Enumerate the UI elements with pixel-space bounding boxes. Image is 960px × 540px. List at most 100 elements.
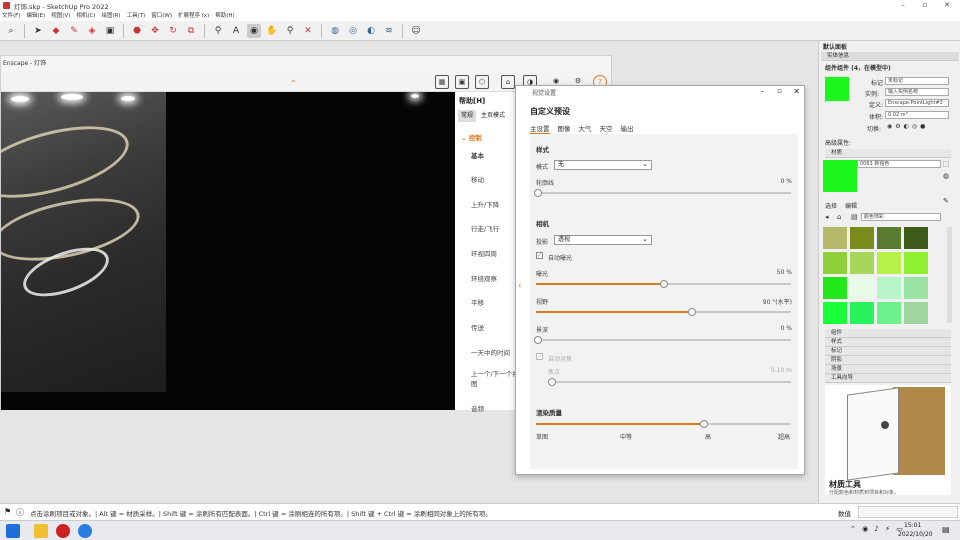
enscape-library-icon[interactable]: ⌂ xyxy=(501,75,515,89)
pencil-icon[interactable]: ✎ xyxy=(67,24,81,38)
sketchup-taskbar-icon[interactable] xyxy=(56,524,70,538)
exposure-slider[interactable] xyxy=(536,280,791,288)
push-pull-icon[interactable]: ⬣ xyxy=(130,24,144,38)
library-select[interactable]: 颜色饰彩 xyxy=(861,213,941,221)
extension-icon[interactable]: ◐ xyxy=(364,24,378,38)
notification-icon[interactable]: ▤ xyxy=(942,525,950,534)
slider-knob[interactable] xyxy=(660,280,668,288)
search-icon[interactable]: ⌕ xyxy=(4,24,18,38)
section-icon[interactable]: ◍ xyxy=(328,24,342,38)
tab-sky[interactable]: 天空 xyxy=(600,123,613,134)
minimize-button[interactable]: – xyxy=(892,0,914,11)
rotate-icon[interactable]: ↻ xyxy=(166,24,180,38)
material-swatch[interactable] xyxy=(877,302,901,324)
material-swatch[interactable] xyxy=(904,277,928,299)
enscape-view-icon[interactable]: ▦ xyxy=(435,75,449,89)
material-swatch[interactable] xyxy=(904,252,928,274)
entity-info-header[interactable]: 实体信息 xyxy=(821,52,959,61)
help-tab-general[interactable]: 常规 xyxy=(458,110,477,122)
rect-icon[interactable]: ▣ xyxy=(103,24,117,38)
material-swatch[interactable] xyxy=(904,227,928,249)
eyedropper-icon[interactable]: ✎ xyxy=(943,197,949,205)
dialog-minimize-icon[interactable]: – xyxy=(761,87,765,95)
slider-knob[interactable] xyxy=(548,378,556,386)
move-icon[interactable]: ✥ xyxy=(148,24,162,38)
material-swatch[interactable] xyxy=(850,302,874,324)
maximize-button[interactable]: ▫ xyxy=(914,0,936,11)
slider-knob[interactable] xyxy=(534,189,542,197)
tags-header[interactable]: 标记 xyxy=(825,347,951,356)
menu-edit[interactable]: 编辑(E) xyxy=(26,11,45,21)
text-icon[interactable]: A xyxy=(229,24,243,38)
zoom-extents-icon[interactable]: ✕ xyxy=(301,24,315,38)
collapse-chevron-icon[interactable]: ⌃ xyxy=(290,80,298,88)
menu-view[interactable]: 视图(V) xyxy=(51,11,70,21)
tape-icon[interactable]: ⚲ xyxy=(211,24,225,38)
paint-bucket-icon[interactable]: ◈ xyxy=(85,24,99,38)
layers-icon[interactable]: ≋ xyxy=(382,24,396,38)
menu-window[interactable]: 窗口(W) xyxy=(151,11,172,21)
account-icon[interactable]: ☺ xyxy=(409,24,423,38)
collapse-left-icon[interactable]: ‹ xyxy=(518,281,522,291)
material-name-input[interactable]: 0063 新铭色 xyxy=(857,160,941,168)
measurements-input[interactable] xyxy=(858,506,958,518)
menu-extensions[interactable]: 扩展程序 (x) xyxy=(178,11,209,21)
material-swatch[interactable] xyxy=(850,277,874,299)
menu-help[interactable]: 帮助(H) xyxy=(215,11,234,21)
help-tab-home[interactable]: 主页模式 xyxy=(478,110,508,122)
select-tab[interactable]: 选择 xyxy=(825,201,837,210)
material-swatch[interactable] xyxy=(850,252,874,274)
toggle-icons[interactable]: ◉⚙◐◎● xyxy=(887,123,928,130)
menu-tools[interactable]: 工具(T) xyxy=(127,11,146,21)
entity-material-swatch[interactable] xyxy=(825,77,849,101)
geo-location-icon[interactable]: ⚑ xyxy=(4,507,11,516)
instructor-header[interactable]: 工具向导 xyxy=(825,374,951,383)
dialog-maximize-icon[interactable]: ▫ xyxy=(777,87,782,95)
materials-header[interactable]: 材质 xyxy=(825,149,951,158)
slider-knob[interactable] xyxy=(700,420,708,428)
components-header[interactable]: 组件 xyxy=(825,329,951,338)
material-swatch[interactable] xyxy=(823,227,847,249)
home-icon[interactable]: ⌂ xyxy=(837,213,841,221)
material-swatch[interactable] xyxy=(850,227,874,249)
material-swatch[interactable] xyxy=(877,227,901,249)
dialog-close-icon[interactable]: ✕ xyxy=(793,87,800,96)
material-swatch[interactable] xyxy=(823,277,847,299)
slider-knob[interactable] xyxy=(534,336,542,344)
orbit-icon[interactable]: ◉ xyxy=(247,23,261,38)
auto-exposure-checkbox[interactable]: ✓ xyxy=(536,252,543,259)
3d-warehouse-icon[interactable]: ◎ xyxy=(346,24,360,38)
pan-icon[interactable]: ✋ xyxy=(265,24,279,38)
shadows-header[interactable]: 阴影 xyxy=(825,356,951,365)
autofocus-checkbox[interactable]: ✓ xyxy=(536,353,543,360)
menu-draw[interactable]: 绘图(R) xyxy=(101,11,120,21)
tab-image[interactable]: 图像 xyxy=(558,123,571,134)
enscape-screenshot-icon[interactable]: ▣ xyxy=(455,75,469,89)
mode-select[interactable]: 无 xyxy=(554,160,652,170)
windows-start-icon[interactable] xyxy=(6,524,20,538)
styles-header[interactable]: 样式 xyxy=(825,338,951,347)
slider-knob[interactable] xyxy=(688,308,696,316)
render-view[interactable] xyxy=(1,92,455,410)
tag-select[interactable]: 未标记 xyxy=(885,77,949,85)
material-swatch[interactable] xyxy=(823,252,847,274)
swatch-scrollbar[interactable] xyxy=(947,227,952,323)
edit-tab[interactable]: 编辑 xyxy=(845,201,857,210)
projection-select[interactable]: 透视 xyxy=(554,235,652,245)
focus-slider[interactable] xyxy=(548,378,791,386)
sample-paint-icon[interactable]: ◍ xyxy=(943,172,949,180)
material-swatch[interactable] xyxy=(877,252,901,274)
back-arrow-icon[interactable]: ◂ xyxy=(825,213,829,221)
create-material-icon[interactable]: ⬚ xyxy=(943,160,950,168)
library-browse-icon[interactable]: ▤ xyxy=(851,213,858,221)
tab-output[interactable]: 输出 xyxy=(621,123,634,134)
fov-slider[interactable] xyxy=(536,308,791,316)
tab-main[interactable]: 主设置 xyxy=(530,123,550,134)
scenes-header[interactable]: 场景 xyxy=(825,365,951,374)
file-explorer-icon[interactable] xyxy=(34,524,48,538)
enscape-cube-icon[interactable]: ⬡ xyxy=(475,75,489,89)
material-preview-swatch[interactable] xyxy=(823,160,857,192)
tab-atmosphere[interactable]: 大气 xyxy=(579,123,592,134)
close-button[interactable]: ✕ xyxy=(936,0,958,11)
scale-icon[interactable]: ⧉ xyxy=(184,24,198,38)
